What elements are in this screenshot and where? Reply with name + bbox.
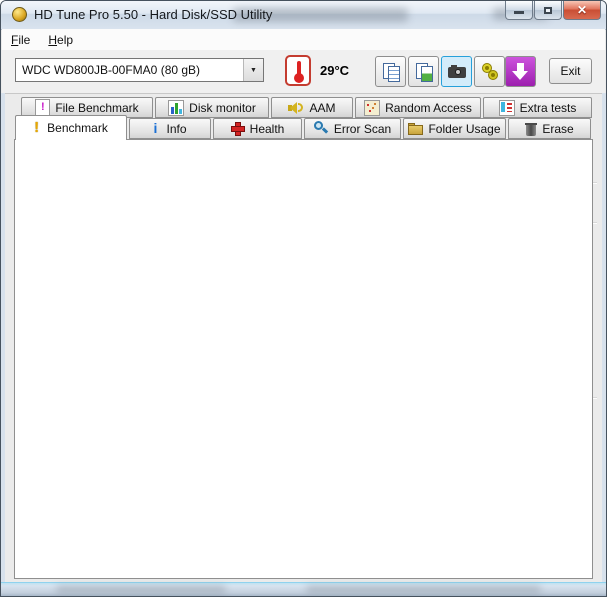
toolbar: WDC WD800JB-00FMA0 (80 gB) ▼ 29°C Exit — [2, 50, 605, 94]
temperature-value: 29°C — [320, 63, 350, 78]
menu-help[interactable]: Help — [39, 31, 82, 49]
screenshot-button[interactable] — [441, 56, 472, 87]
health-cross-icon — [230, 121, 245, 136]
temperature-indicator — [285, 55, 311, 86]
update-check-button[interactable] — [505, 56, 536, 87]
tab-disk-monitor[interactable]: Disk monitor — [155, 97, 269, 118]
close-icon: ✕ — [576, 3, 588, 17]
info-icon: i — [153, 120, 158, 136]
speaker-icon — [288, 101, 304, 115]
window-right-border — [602, 93, 606, 582]
tab-health[interactable]: Health — [213, 118, 302, 139]
minimize-button[interactable] — [505, 1, 533, 20]
glass-blur-artifact — [306, 586, 541, 593]
extra-tests-icon — [498, 99, 515, 116]
restore-icon — [544, 6, 552, 14]
app-icon — [12, 7, 27, 22]
window-left-border — [1, 93, 5, 582]
file-benchmark-icon: ! — [35, 99, 51, 116]
menu-file[interactable]: File — [2, 31, 39, 49]
tab-error-scan[interactable]: Error Scan — [304, 118, 401, 139]
menu-bar: File Help — [2, 29, 605, 51]
tab-info[interactable]: i Info — [129, 118, 211, 139]
close-button[interactable]: ✕ — [563, 1, 601, 20]
app-window: HD Tune Pro 5.50 - Hard Disk/SSD Utility… — [0, 0, 607, 597]
disk-monitor-icon — [168, 99, 185, 116]
tab-erase[interactable]: Erase — [508, 118, 591, 139]
folder-icon — [408, 122, 424, 135]
magnifier-icon — [313, 121, 329, 136]
restore-button[interactable] — [534, 1, 562, 20]
trash-icon — [525, 122, 538, 136]
minimize-icon — [514, 11, 524, 14]
drive-selector-value: WDC WD800JB-00FMA0 (80 gB) — [22, 63, 201, 77]
tab-folder-usage[interactable]: Folder Usage — [403, 118, 506, 139]
benchmark-page — [14, 139, 593, 579]
download-arrow-icon — [517, 63, 524, 71]
benchmark-icon: ! — [34, 119, 40, 136]
exit-button[interactable]: Exit — [549, 58, 592, 84]
title-bar[interactable]: HD Tune Pro 5.50 - Hard Disk/SSD Utility… — [1, 1, 606, 30]
tab-random-access[interactable]: Random Access — [355, 97, 481, 118]
glass-blur-artifact — [56, 586, 226, 593]
tab-benchmark[interactable]: ! Benchmark — [15, 115, 127, 140]
options-button[interactable] — [474, 56, 505, 87]
drive-selector[interactable]: WDC WD800JB-00FMA0 (80 gB) ▼ — [15, 58, 264, 82]
tab-aam[interactable]: AAM — [271, 97, 353, 118]
tab-extra-tests[interactable]: Extra tests — [483, 97, 592, 118]
window-bottom-border — [1, 582, 606, 596]
copy-image-button[interactable] — [408, 56, 439, 87]
chevron-down-icon[interactable]: ▼ — [243, 59, 263, 81]
random-access-icon — [364, 99, 381, 116]
copy-to-clipboard-button[interactable] — [375, 56, 406, 87]
window-title: HD Tune Pro 5.50 - Hard Disk/SSD Utility — [34, 7, 273, 22]
